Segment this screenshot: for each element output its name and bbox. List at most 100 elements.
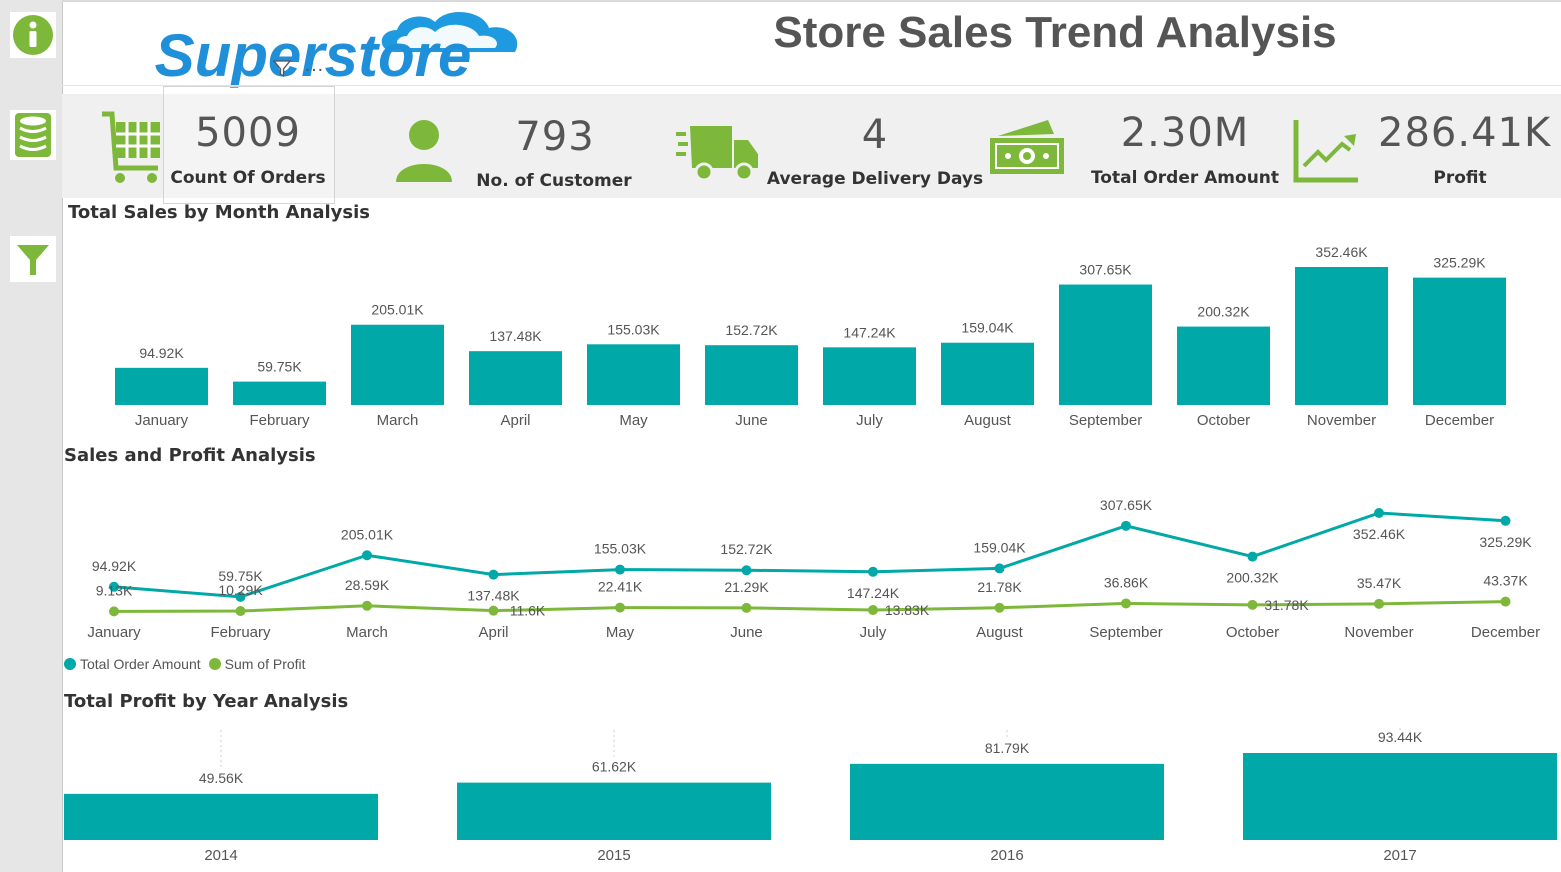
data-label: 159.04K [961, 320, 1014, 336]
data-label: 155.03K [594, 541, 647, 557]
data-label: 61.62K [592, 759, 637, 775]
data-label: 200.32K [1226, 570, 1279, 586]
bar[interactable] [850, 763, 1164, 840]
data-point[interactable] [488, 569, 499, 580]
visual-filter-button[interactable] [272, 58, 292, 83]
more-options-icon[interactable]: … [304, 54, 325, 77]
info-button[interactable] [10, 12, 56, 58]
data-label: 31.78K [1264, 597, 1309, 613]
x-tick-label: September [1089, 624, 1162, 641]
bar[interactable] [351, 324, 444, 405]
x-tick-label: October [1197, 412, 1250, 429]
data-point[interactable] [1247, 551, 1258, 562]
data-label: 200.32K [1197, 304, 1250, 320]
sales-profit-chart[interactable]: 94.92K59.75K205.01K137.48K155.03K 152.72K… [62, 475, 1561, 650]
data-label: 21.29K [724, 579, 769, 595]
x-tick-label: January [135, 412, 189, 429]
x-tick-label: September [1069, 412, 1142, 429]
data-label: 307.65K [1100, 497, 1153, 513]
data-label: 43.37K [1483, 573, 1528, 589]
database-icon [15, 113, 51, 157]
bar[interactable] [823, 347, 916, 405]
data-point[interactable] [615, 602, 625, 613]
filter-button[interactable] [10, 236, 56, 282]
data-label: 94.92K [139, 345, 184, 361]
data-point[interactable] [1247, 599, 1258, 610]
bar[interactable] [469, 351, 562, 405]
chart-legend: Total Order Amount Sum of Profit [64, 656, 306, 672]
x-tick-label: August [964, 412, 1012, 429]
data-point[interactable] [109, 606, 119, 617]
kpi-label-profit: Profit [1433, 168, 1487, 188]
data-label: 36.86K [1104, 574, 1149, 590]
bar[interactable] [1413, 277, 1506, 405]
data-point[interactable] [868, 566, 878, 577]
kpi-value-delivery: 4 [861, 112, 889, 158]
filter-icon [272, 60, 292, 78]
page-title: Store Sales Trend Analysis [773, 8, 1337, 57]
person-icon [396, 120, 452, 182]
data-point[interactable] [741, 565, 752, 576]
x-tick-label: 2017 [1383, 847, 1416, 864]
x-tick-label: November [1344, 624, 1413, 641]
bar[interactable] [705, 345, 798, 405]
x-tick-label: December [1471, 624, 1540, 641]
bar[interactable] [64, 793, 378, 840]
data-point[interactable] [235, 606, 246, 617]
data-point[interactable] [1374, 598, 1384, 609]
yearly-profit-chart[interactable]: 49.56K 2014 61.62K 2015 81.79K 2016 93.44K 2017 [62, 722, 1561, 872]
data-label: 13.83K [885, 602, 930, 618]
data-point[interactable] [1374, 508, 1384, 518]
legend-marker-sales [64, 658, 76, 670]
data-point[interactable] [741, 602, 752, 613]
data-button[interactable] [10, 110, 56, 160]
data-point[interactable] [1121, 520, 1131, 531]
kpi-label-delivery: Average Delivery Days [766, 169, 984, 189]
bar[interactable] [1059, 284, 1152, 405]
bar[interactable] [115, 367, 208, 405]
bar[interactable] [233, 381, 326, 405]
data-label: 155.03K [607, 321, 660, 337]
data-point[interactable] [994, 563, 1005, 574]
monthly-sales-chart[interactable]: 94.92K January 59.75K February 205.01K March 1… [62, 230, 1561, 435]
bar[interactable] [457, 782, 771, 840]
bar[interactable] [941, 342, 1034, 405]
bar[interactable] [1243, 753, 1557, 840]
x-tick-label: October [1226, 624, 1279, 641]
data-label: 35.47K [1357, 575, 1402, 591]
bar[interactable] [1177, 326, 1270, 405]
data-label: 352.46K [1353, 526, 1406, 542]
delivery-truck-icon [676, 126, 758, 182]
bar[interactable] [1295, 267, 1388, 405]
data-point[interactable] [994, 602, 1005, 613]
data-label: 10.29K [218, 582, 263, 598]
data-point[interactable] [1500, 515, 1511, 526]
kpi-value-profit: 286.41K [1378, 110, 1552, 156]
data-point[interactable] [1121, 598, 1131, 609]
data-label: 307.65K [1079, 262, 1132, 278]
legend-label-profit[interactable]: Sum of Profit [225, 656, 306, 672]
x-tick-label: June [730, 624, 763, 641]
x-tick-label: 2015 [597, 847, 630, 864]
legend-label-sales[interactable]: Total Order Amount [80, 656, 201, 672]
data-point[interactable] [615, 564, 625, 575]
x-tick-label: February [249, 412, 310, 429]
x-tick-label: June [735, 412, 768, 429]
x-tick-label: August [976, 624, 1024, 641]
data-label: 137.48K [489, 328, 542, 344]
data-label: 147.24K [847, 585, 900, 601]
x-tick-label: February [210, 624, 271, 641]
data-label: 137.48K [467, 588, 520, 604]
bar[interactable] [587, 344, 680, 405]
data-point[interactable] [868, 605, 878, 616]
data-label: 81.79K [985, 740, 1030, 756]
kpi-value-customers: 793 [515, 114, 595, 160]
data-label: 21.78K [977, 579, 1022, 595]
data-point[interactable] [1500, 596, 1511, 607]
kpi-label-customers: No. of Customer [476, 171, 632, 191]
top-border [62, 0, 1561, 2]
data-point[interactable] [362, 550, 372, 561]
data-label: 352.46K [1315, 244, 1368, 260]
data-point[interactable] [362, 600, 372, 611]
data-point[interactable] [488, 605, 499, 616]
